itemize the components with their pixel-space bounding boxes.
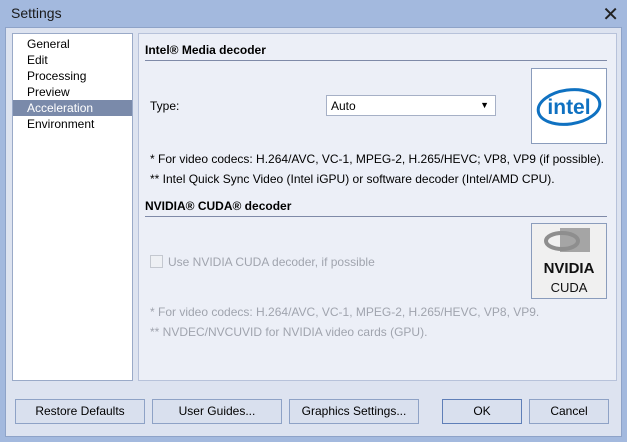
sidebar-item-edit[interactable]: Edit — [13, 52, 132, 68]
nvidia-note-codecs: * For video codecs: H.264/AVC, VC-1, MPE… — [150, 305, 540, 319]
nvidia-section-heading: NVIDIA® CUDA® decoder — [145, 199, 607, 217]
sidebar-item-general[interactable]: General — [13, 36, 132, 52]
nvidia-note-decoder: ** NVDEC/NVCUVID for NVIDIA video cards … — [150, 325, 428, 339]
cuda-checkbox-label[interactable]: Use NVIDIA CUDA decoder, if possible — [168, 255, 375, 269]
sidebar-item-environment[interactable]: Environment — [13, 116, 132, 132]
title-bar: Settings ✕ — [0, 0, 627, 27]
graphics-settings-button[interactable]: Graphics Settings... — [289, 399, 419, 424]
settings-sidebar: General Edit Processing Preview Accelera… — [12, 33, 133, 381]
sidebar-item-processing[interactable]: Processing — [13, 68, 132, 84]
window-title: Settings — [11, 5, 62, 21]
intel-note-codecs: * For video codecs: H.264/AVC, VC-1, MPE… — [150, 152, 604, 166]
type-select-value: Auto — [331, 99, 356, 113]
cuda-checkbox[interactable] — [150, 255, 163, 268]
chevron-down-icon: ▼ — [480, 100, 489, 110]
sidebar-item-acceleration[interactable]: Acceleration — [13, 100, 132, 116]
intel-note-decoder: ** Intel Quick Sync Video (Intel iGPU) o… — [150, 172, 555, 186]
sidebar-item-preview[interactable]: Preview — [13, 84, 132, 100]
type-select[interactable]: Auto ▼ — [326, 95, 496, 116]
intel-logo: intel — [531, 68, 607, 144]
ok-button[interactable]: OK — [442, 399, 522, 424]
svg-text:CUDA: CUDA — [551, 280, 588, 295]
nvidia-cuda-logo: NVIDIA CUDA — [531, 223, 607, 299]
svg-text:intel: intel — [547, 96, 590, 119]
cancel-button[interactable]: Cancel — [529, 399, 609, 424]
close-icon[interactable]: ✕ — [602, 2, 619, 27]
intel-section-heading: Intel® Media decoder — [145, 43, 607, 61]
type-label: Type: — [150, 99, 180, 113]
restore-defaults-button[interactable]: Restore Defaults — [15, 399, 145, 424]
user-guides-button[interactable]: User Guides... — [152, 399, 282, 424]
svg-text:NVIDIA: NVIDIA — [544, 260, 595, 277]
